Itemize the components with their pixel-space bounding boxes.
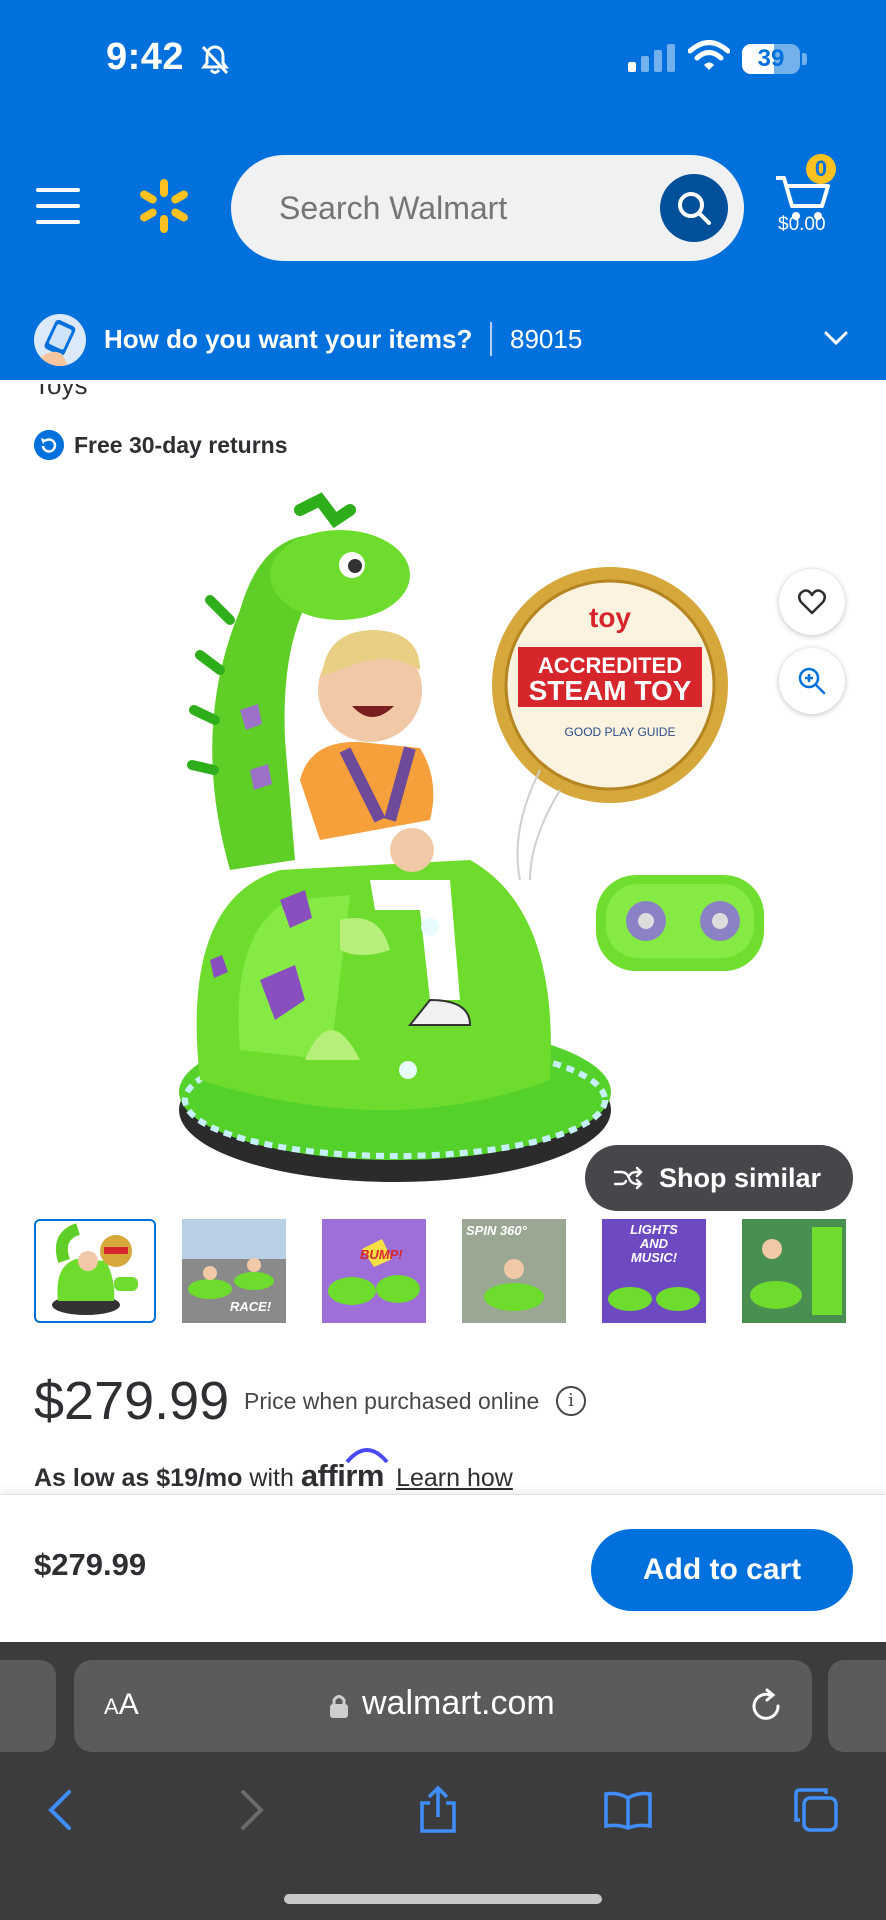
book-icon [604,1791,652,1830]
delivery-prompt: How do you want your items? [104,324,473,354]
chevron-right-icon [241,1790,264,1830]
thumbnail-strip: RACE! BUMP! SPIN 360° LIGHTS AND MUSIC! [34,1219,854,1323]
forward-button[interactable] [222,1780,282,1840]
home-indicator[interactable] [284,1894,602,1904]
previous-tab[interactable] [0,1660,56,1752]
search-button[interactable] [660,174,728,242]
search-input[interactable] [279,155,639,261]
zoom-in-icon [798,667,826,695]
product-price: $279.99 [34,1371,230,1431]
heart-icon [798,589,826,615]
status-time: 9:42 [106,36,185,78]
chevron-left-icon [48,1790,71,1830]
tabs-button[interactable] [786,1780,846,1840]
lock-icon [330,1695,348,1718]
battery-icon: 39 [742,44,800,74]
thumbnail-2[interactable]: RACE! [182,1219,286,1323]
menu-icon[interactable] [36,186,80,226]
bookmarks-button[interactable] [598,1780,658,1840]
thumbnail-4[interactable]: SPIN 360° [462,1219,566,1323]
thumbnail-5[interactable]: LIGHTS AND MUSIC! [602,1219,706,1323]
chevron-down-icon [824,331,848,346]
cell-signal-icon [628,44,675,72]
cart-total: $0.00 [778,214,826,235]
sticky-price: $279.99 [34,1547,147,1582]
product-image[interactable]: toy ACCREDITED STEAM TOY GOOD PLAY GUIDE [90,480,790,1200]
sticky-cart-bar: $279.99 Add to cart [0,1494,886,1642]
reload-icon[interactable] [746,1686,786,1726]
tabs-icon [794,1788,838,1832]
returns-icon [34,430,64,460]
back-button[interactable] [30,1780,90,1840]
address-bar[interactable]: AA walmart.com [74,1660,812,1752]
cart-count-badge: 0 [806,154,836,184]
price-note: Price when purchased online [244,1388,540,1414]
screen: 9:42 39 Search Walmart 0 $0.00 How do yo… [0,0,886,1920]
thumbnail-6[interactable] [742,1219,846,1323]
shuffle-icon [613,1166,643,1190]
affirm-financing: As low as $19/mo with affirm Learn how [34,1448,513,1494]
browser-nav [0,1780,886,1870]
info-icon[interactable]: i [556,1386,586,1416]
browser-toolbar: AA walmart.com [0,1642,886,1920]
svg-text:GOOD PLAY GUIDE: GOOD PLAY GUIDE [565,725,676,739]
thumbnail-1[interactable] [34,1219,156,1323]
add-to-cart-button[interactable]: Add to cart [591,1529,853,1611]
affirm-logo: affirm [301,1448,392,1493]
url-text: walmart.com [362,1684,555,1722]
silent-bell-icon [201,45,229,75]
zip-code: 89015 [510,324,583,354]
svg-text:toy: toy [589,602,631,633]
zoom-button[interactable] [779,648,845,714]
share-button[interactable] [408,1780,468,1840]
reader-settings-button[interactable]: AA [104,1688,139,1722]
svg-text:STEAM TOY: STEAM TOY [529,675,692,706]
delivery-phone-icon [34,314,86,366]
header: 9:42 39 Search Walmart 0 $0.00 How do yo… [0,0,886,380]
learn-how-link[interactable]: Learn how [396,1464,513,1492]
wifi-icon [688,40,730,70]
search-icon [678,192,711,225]
share-icon [420,1785,456,1833]
shop-similar-button[interactable]: Shop similar [585,1145,853,1211]
walmart-spark-logo[interactable] [136,178,192,234]
next-tab[interactable] [828,1660,886,1752]
search-bar[interactable] [231,155,744,261]
thumbnail-3[interactable]: BUMP! [322,1219,426,1323]
delivery-selector[interactable]: How do you want your items? 89015 [0,306,886,378]
favorite-button[interactable] [779,569,845,635]
